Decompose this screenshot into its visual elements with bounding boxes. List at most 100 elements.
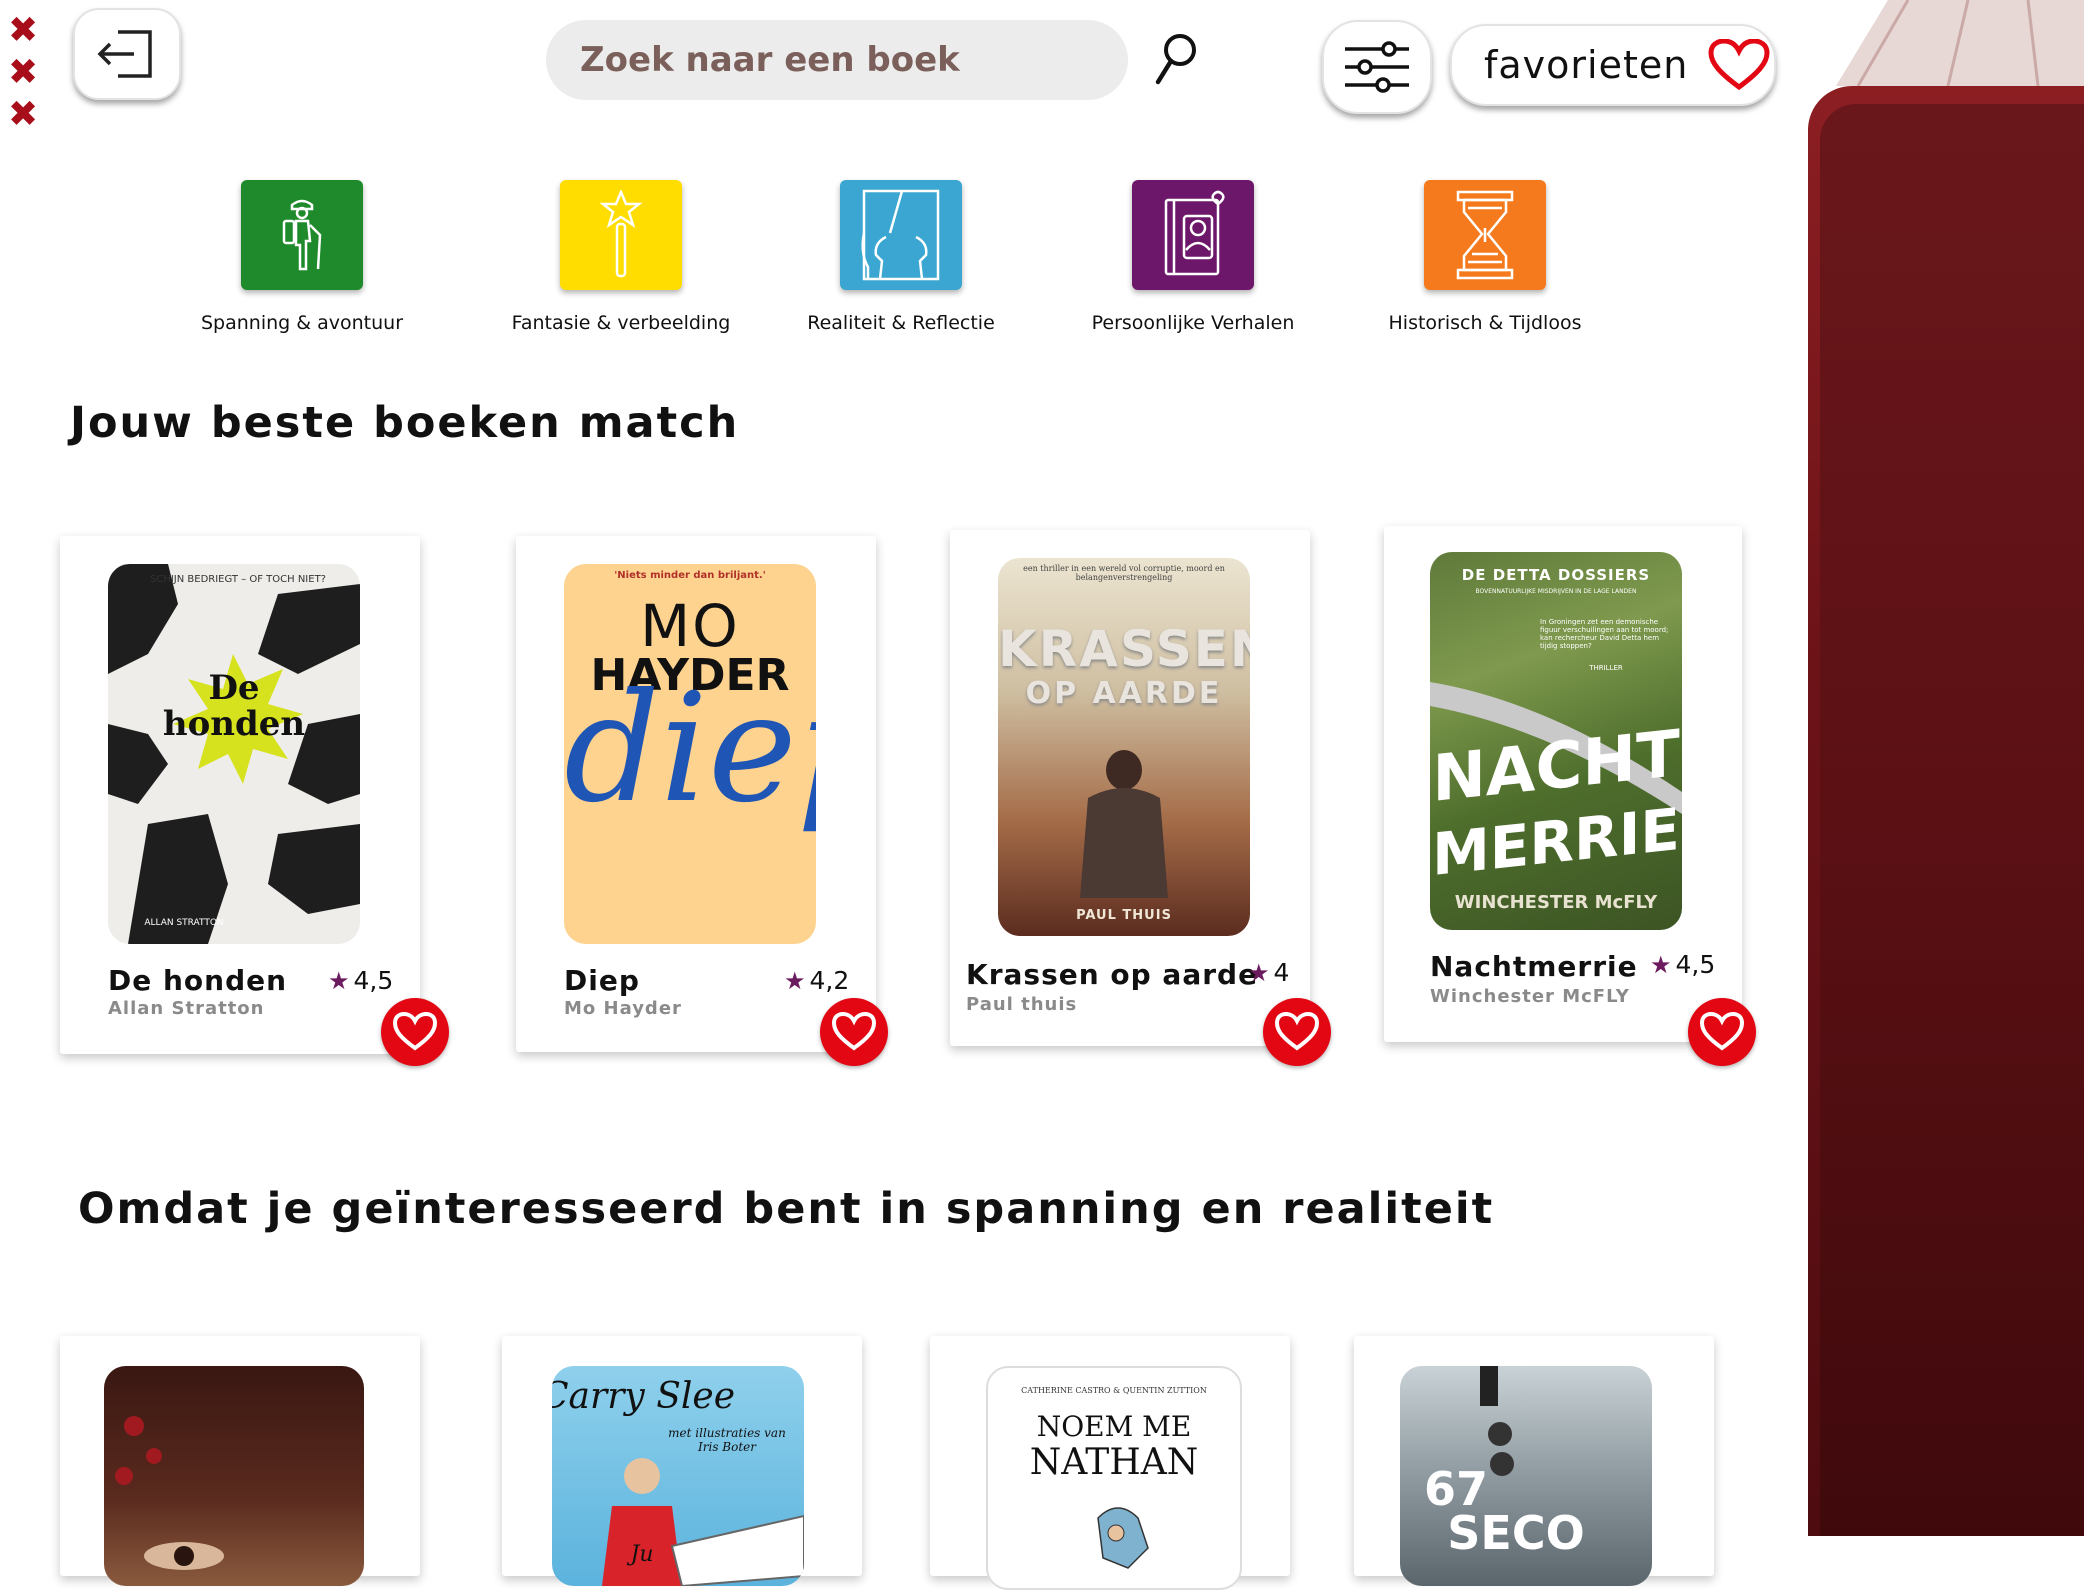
book-card[interactable]: een thriller in een wereld vol corruptie… bbox=[950, 530, 1310, 1046]
book-title: Diep bbox=[564, 964, 640, 997]
favorite-button[interactable] bbox=[1263, 998, 1331, 1066]
book-card[interactable] bbox=[60, 1336, 420, 1586]
cover-author: ALLAN STRATTON bbox=[144, 918, 224, 928]
bookshelf-panel bbox=[1808, 86, 2084, 1536]
search-input[interactable] bbox=[578, 39, 1128, 81]
star-icon: ★ bbox=[328, 966, 350, 995]
heart-icon bbox=[392, 1012, 438, 1051]
rating-value: 4,5 bbox=[1675, 950, 1716, 979]
cover-blurb: In Groningen zet een demonische figuur v… bbox=[1540, 618, 1669, 650]
cover-author: PAUL THUIS bbox=[1076, 908, 1172, 923]
book-title: Krassen op aarde bbox=[966, 958, 1259, 991]
book-author: Allan Stratton bbox=[108, 998, 265, 1019]
cover-author: WINCHESTER McFLY bbox=[1454, 892, 1658, 913]
favorites-label: favorieten bbox=[1484, 43, 1689, 87]
cover-title: De bbox=[208, 668, 260, 708]
heart-icon bbox=[831, 1012, 877, 1051]
soldier-illustration bbox=[1080, 750, 1168, 898]
cover-quote: 'Niets minder dan briljant.' bbox=[614, 570, 766, 581]
search-icon[interactable] bbox=[1150, 30, 1200, 90]
diary-icon bbox=[1164, 190, 1225, 276]
section-title-interest: Omdat je geïnteresseerd bent in spanning… bbox=[78, 1184, 1495, 1234]
cover-series: DE DETTA DOSSIERS bbox=[1461, 566, 1651, 584]
favorites-button[interactable]: favorieten bbox=[1450, 24, 1776, 106]
category-persoonlijk[interactable]: Persoonlijke Verhalen bbox=[1063, 180, 1323, 334]
hourglass-icon bbox=[1456, 190, 1514, 280]
book-card[interactable]: SCHIJN BEDRIEGT – OF TOCH NIET? De honde… bbox=[60, 536, 420, 1054]
favorite-button[interactable] bbox=[381, 998, 449, 1066]
search-bar[interactable] bbox=[546, 20, 1128, 100]
bookshelf-panel-inner bbox=[1820, 104, 2084, 1536]
book-rating: ★ 4,5 bbox=[1650, 950, 1715, 979]
rating-value: 4 bbox=[1273, 958, 1290, 987]
category-tile[interactable] bbox=[840, 180, 962, 290]
figure-illustration bbox=[1097, 1507, 1149, 1569]
book-cover[interactable]: 'Niets minder dan briljant.' MO HAYDER d… bbox=[564, 564, 816, 944]
wolves-illustration bbox=[108, 564, 360, 944]
cover-title: honden bbox=[162, 704, 306, 744]
cover-series-sub: BOVENNATUURLIJKE MISDRIJVEN IN DE LAGE L… bbox=[1475, 588, 1637, 595]
sliders-icon bbox=[1345, 41, 1409, 93]
close-icon[interactable]: ✖ bbox=[8, 52, 42, 94]
favorite-button[interactable] bbox=[820, 998, 888, 1066]
book-title: Nachtmerrie bbox=[1430, 950, 1638, 983]
book-rating: ★ 4,2 bbox=[784, 966, 849, 995]
magic-wand-icon bbox=[599, 190, 643, 278]
star-icon: ★ bbox=[784, 966, 806, 995]
logout-button[interactable] bbox=[73, 8, 181, 100]
star-icon: ★ bbox=[1650, 950, 1672, 979]
favorite-button[interactable] bbox=[1688, 998, 1756, 1066]
book-card[interactable]: 'Niets minder dan briljant.' MO HAYDER d… bbox=[516, 536, 876, 1052]
heart-icon bbox=[1274, 1012, 1320, 1051]
book-cover[interactable]: Carry Slee met illustraties van Iris Bot… bbox=[552, 1366, 804, 1586]
book-author: Paul thuis bbox=[966, 994, 1078, 1015]
heart-icon bbox=[1699, 1012, 1745, 1051]
category-label: Historisch & Tijdloos bbox=[1388, 312, 1582, 334]
tent-decoration bbox=[1836, 0, 2084, 86]
category-fantasie[interactable]: Fantasie & verbeelding bbox=[491, 180, 751, 334]
rating-value: 4,5 bbox=[353, 966, 394, 995]
book-card[interactable]: DE DETTA DOSSIERS BOVENNATUURLIJKE MISDR… bbox=[1384, 526, 1742, 1042]
star-icon: ★ bbox=[1248, 958, 1270, 987]
category-label: Fantasie & verbeelding bbox=[511, 312, 731, 334]
category-tile[interactable] bbox=[560, 180, 682, 290]
book-cover[interactable] bbox=[104, 1366, 364, 1586]
book-card[interactable]: Carry Slee met illustraties van Iris Bot… bbox=[502, 1336, 862, 1586]
category-tile[interactable] bbox=[1424, 180, 1546, 290]
close-icon[interactable]: ✖ bbox=[8, 10, 42, 52]
cover-title: Ju bbox=[630, 1542, 654, 1567]
section-title-best-match: Jouw beste boeken match bbox=[70, 398, 740, 448]
category-label: Persoonlijke Verhalen bbox=[1091, 312, 1295, 334]
eye-illustration bbox=[115, 1416, 224, 1570]
category-historisch[interactable]: Historisch & Tijdloos bbox=[1355, 180, 1615, 334]
heart-icon bbox=[1708, 39, 1770, 91]
cover-tagline: SCHIJN BEDRIEGT – OF TOCH NIET? bbox=[150, 574, 326, 585]
category-tile[interactable] bbox=[1132, 180, 1254, 290]
filter-button[interactable] bbox=[1322, 20, 1432, 114]
cover-title: diep bbox=[564, 662, 816, 836]
rating-value: 4,2 bbox=[809, 966, 850, 995]
book-author: Mo Hayder bbox=[564, 998, 682, 1019]
book-author: Winchester McFLY bbox=[1430, 986, 1630, 1007]
category-label: Realiteit & Reflectie bbox=[807, 312, 995, 334]
category-label: Spanning & avontuur bbox=[200, 312, 404, 334]
book-cover[interactable]: 67 SECO bbox=[1400, 1366, 1652, 1586]
mirror-faces-icon bbox=[861, 189, 940, 281]
hiker-icon bbox=[282, 199, 322, 271]
close-icon[interactable]: ✖ bbox=[8, 94, 42, 136]
category-spanning[interactable]: Spanning & avontuur bbox=[172, 180, 432, 334]
close-marks[interactable]: ✖ ✖ ✖ bbox=[8, 10, 42, 136]
book-rating: ★ 4,5 bbox=[328, 966, 393, 995]
book-card[interactable]: CATHERINE CASTRO & QUENTIN ZUTTION NOEM … bbox=[930, 1336, 1290, 1590]
cover-genre: THRILLER bbox=[1589, 664, 1623, 672]
category-realiteit[interactable]: Realiteit & Reflectie bbox=[771, 180, 1031, 334]
book-card[interactable]: 67 SECO bbox=[1354, 1336, 1714, 1586]
book-cover[interactable]: DE DETTA DOSSIERS BOVENNATUURLIJKE MISDR… bbox=[1430, 552, 1682, 930]
cover-title: SECO bbox=[1447, 1506, 1585, 1560]
logout-icon bbox=[97, 30, 152, 78]
book-cover[interactable]: een thriller in een wereld vol corruptie… bbox=[998, 558, 1250, 936]
book-cover[interactable]: CATHERINE CASTRO & QUENTIN ZUTTION NOEM … bbox=[986, 1366, 1242, 1590]
book-title: De honden bbox=[108, 964, 288, 997]
book-cover[interactable]: SCHIJN BEDRIEGT – OF TOCH NIET? De honde… bbox=[108, 564, 360, 944]
category-tile[interactable] bbox=[241, 180, 363, 290]
